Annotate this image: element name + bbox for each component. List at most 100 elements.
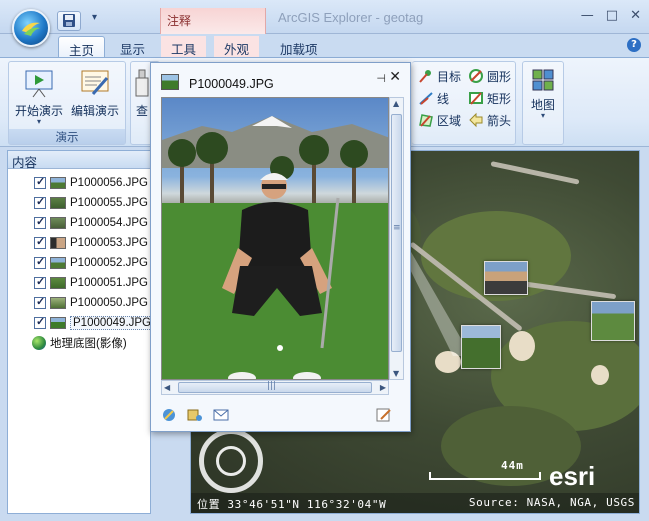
contents-panel: 内容 P1000056.JPG P1000055.JPG P1000054.JP… (7, 150, 155, 514)
scale-label: 44m (501, 459, 524, 472)
popup-title: P1000049.JPG (189, 77, 274, 91)
list-item[interactable]: P1000049.JPG (34, 314, 155, 332)
photo-thumbnail-icon (50, 317, 66, 329)
line-shape-icon (418, 90, 434, 106)
list-item[interactable]: P1000050.JPG (34, 294, 148, 312)
scroll-grip: ≡ (393, 223, 401, 233)
map-properties-icon[interactable] (187, 407, 203, 423)
location-readout: 位置 33°46'51"N 116°32'04"W (197, 498, 387, 511)
chevron-down-icon: ▾ (36, 117, 41, 126)
tab-tools[interactable]: 工具 (161, 36, 207, 58)
maximize-button[interactable]: □ (606, 8, 618, 23)
layer-label: P1000050.JPG (70, 297, 149, 309)
arrow-label: 箭头 (487, 113, 512, 128)
start-presentation-label: 开始演示 (14, 104, 63, 118)
scroll-left-icon[interactable]: ◀ (164, 383, 170, 392)
horizontal-scrollbar[interactable]: ◀ ||| ▶ (161, 380, 389, 395)
layer-checkbox[interactable] (34, 175, 46, 189)
target-button[interactable]: 目标 (418, 66, 461, 86)
edit-presentation-label: 编辑演示 (70, 104, 119, 118)
scroll-right-icon[interactable]: ▶ (380, 383, 386, 392)
globe-icon (32, 336, 46, 350)
pin-icon[interactable]: ⊣ (376, 72, 386, 85)
navigation-center[interactable] (216, 446, 246, 476)
source-credit: Source: NASA, NGA, USGS (468, 496, 635, 509)
photo-marker[interactable] (484, 261, 528, 295)
edit-note-icon[interactable] (376, 407, 392, 423)
circle-label: 圆形 (487, 69, 512, 84)
presentation-group: 开始演示 ▾ 编辑演示 演示 (8, 61, 126, 145)
scroll-grip: ||| (267, 381, 277, 391)
photo-thumbnail-icon (50, 177, 66, 189)
rectangle-shape-icon (468, 90, 484, 106)
qat-dropdown-icon[interactable]: ▾ (92, 12, 97, 23)
layer-checkbox[interactable] (34, 235, 46, 249)
line-button[interactable]: 线 (418, 88, 449, 108)
edit-presentation-button[interactable]: 编辑演示 (67, 66, 123, 128)
line-label: 线 (437, 91, 450, 106)
area-shape-icon (418, 112, 434, 128)
circle-button[interactable]: 圆形 (468, 66, 511, 86)
close-button[interactable]: ✕ (630, 8, 641, 23)
tab-appearance[interactable]: 外观 (214, 36, 260, 58)
tab-addins[interactable]: 加载项 (270, 36, 328, 58)
basemap-item[interactable]: 地理底图(影像) (32, 334, 127, 352)
zoom-to-icon[interactable] (161, 407, 177, 423)
vertical-scrollbar[interactable]: ▲ ≡ ▼ (389, 97, 404, 380)
rectangle-button[interactable]: 矩形 (468, 88, 511, 108)
help-icon[interactable]: ? (627, 38, 641, 52)
horizontal-scroll-thumb[interactable]: ||| (178, 381, 372, 393)
tab-home[interactable]: 主页 (58, 36, 106, 58)
layer-checkbox[interactable] (34, 295, 46, 309)
cart-path (490, 161, 580, 185)
scroll-down-icon[interactable]: ▼ (393, 369, 399, 378)
sand-bunker (591, 365, 609, 385)
photo-thumbnail-icon (161, 74, 179, 90)
layer-checkbox[interactable] (34, 275, 46, 289)
layer-checkbox[interactable] (34, 215, 46, 229)
list-item[interactable]: P1000053.JPG (34, 234, 148, 252)
photo-popup: P1000049.JPG ⊣ ✕ ▲ ≡ ▼ ◀ ||| ▶ (150, 62, 411, 432)
area-button[interactable]: 区域 (418, 110, 461, 130)
layer-label: P1000054.JPG (70, 217, 149, 229)
minimize-button[interactable]: — (581, 8, 594, 23)
map-grid-icon (531, 68, 555, 92)
start-presentation-button[interactable]: 开始演示 ▾ (11, 66, 67, 128)
layer-checkbox[interactable] (34, 315, 46, 329)
basemap-label: 地理底图(影像) (50, 338, 127, 350)
vertical-scroll-thumb[interactable]: ≡ (391, 114, 402, 352)
list-item[interactable]: P1000055.JPG (34, 194, 148, 212)
photo-marker[interactable] (591, 301, 635, 341)
sand-bunker (509, 331, 535, 361)
target-label: 目标 (437, 69, 462, 84)
map-status-bar: 位置 33°46'51"N 116°32'04"W Source: NASA, … (191, 493, 639, 513)
layer-label: P1000052.JPG (70, 257, 149, 269)
photo-thumbnail-icon (50, 197, 66, 209)
list-item[interactable]: P1000051.JPG (34, 274, 148, 292)
layer-checkbox[interactable] (34, 195, 46, 209)
list-item[interactable]: P1000054.JPG (34, 214, 148, 232)
photo-marker[interactable] (461, 325, 501, 369)
photo-thumbnail-icon (50, 277, 66, 289)
layer-checkbox[interactable] (34, 255, 46, 269)
application-menu-button[interactable] (12, 9, 50, 47)
photo-thumbnail-icon (50, 297, 66, 309)
close-icon[interactable]: ✕ (389, 69, 401, 85)
photo-thumbnail-icon (50, 257, 66, 269)
bottle-icon (133, 68, 151, 98)
pin-target-icon (418, 68, 434, 84)
popup-toolbar (161, 407, 229, 423)
layer-label: P1000056.JPG (70, 177, 149, 189)
save-icon[interactable] (57, 11, 81, 31)
email-icon[interactable] (213, 407, 229, 423)
scroll-up-icon[interactable]: ▲ (393, 99, 399, 108)
list-item[interactable]: P1000052.JPG (34, 254, 148, 272)
context-tab-label: 注释 (167, 14, 192, 28)
title-bar: ▾ 注释 ArcGIS Explorer - geotag — □ ✕ (0, 0, 649, 34)
map-button[interactable]: 地图 ▾ (516, 66, 570, 128)
tab-display[interactable]: 显示 (110, 36, 155, 58)
layer-label: P1000051.JPG (70, 277, 149, 289)
window-controls: — □ ✕ (581, 8, 641, 23)
list-item[interactable]: P1000056.JPG (34, 174, 148, 192)
arrow-button[interactable]: 箭头 (468, 110, 511, 130)
